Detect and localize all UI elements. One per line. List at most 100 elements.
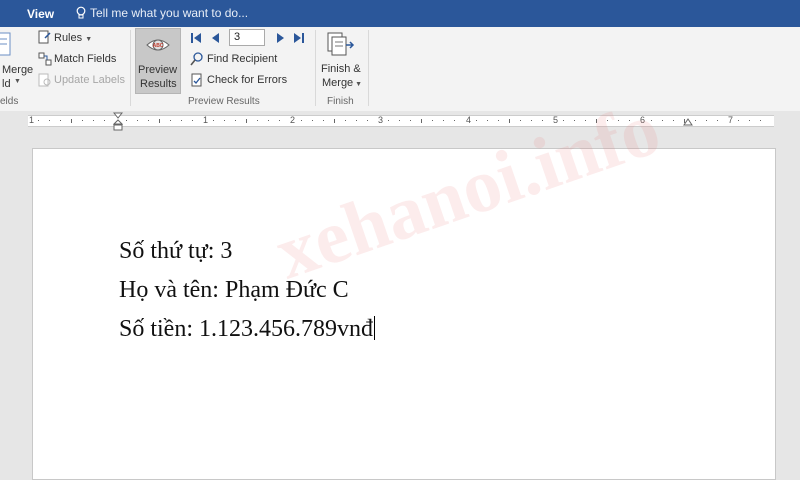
ruler-tick	[71, 119, 73, 123]
ruler-tick	[585, 120, 587, 121]
update-labels-button[interactable]: Update Labels	[54, 74, 125, 86]
match-fields-button[interactable]: Match Fields	[54, 53, 116, 65]
ruler-number: 2	[290, 115, 296, 125]
ruler-tick	[508, 119, 510, 123]
ruler-tick	[738, 120, 740, 121]
ruler-tick	[443, 120, 445, 121]
ruler-tick	[661, 120, 663, 121]
document-line-order-number[interactable]: Số thứ tự: 3	[119, 238, 232, 265]
check-for-errors-button[interactable]: Check for Errors	[207, 74, 287, 86]
dropdown-arrow-icon: ▼	[85, 36, 93, 43]
ruler-number: 1	[203, 115, 209, 125]
ruler-tick	[180, 120, 182, 121]
horizontal-ruler[interactable]: 1 1 2 3 4 5 6 7	[28, 115, 774, 127]
ruler-tick	[125, 120, 127, 121]
rules-icon	[38, 30, 51, 44]
ruler-number: 4	[466, 115, 472, 125]
update-labels-icon	[38, 73, 51, 87]
ruler-tick	[246, 119, 248, 123]
ruler-tick	[268, 120, 270, 121]
finish-merge-icon	[327, 32, 355, 56]
record-number-input[interactable]: 3	[229, 29, 265, 46]
document-line-full-name[interactable]: Họ và tên: Phạm Đức C	[119, 277, 349, 304]
preview-results-label-2: Results	[140, 78, 177, 90]
last-record-icon[interactable]	[293, 32, 305, 44]
merge-field-label-1[interactable]: Merge	[2, 64, 33, 76]
ruler-tick	[300, 120, 302, 121]
tab-view[interactable]: View	[27, 7, 54, 21]
ruler-tick	[311, 120, 313, 121]
find-recipient-button[interactable]: Find Recipient	[207, 53, 277, 65]
ruler-tick	[694, 120, 696, 121]
ruler-tick	[104, 120, 106, 121]
ruler-tick	[93, 120, 95, 121]
ruler-tick	[519, 120, 521, 121]
finish-merge-button[interactable]: Finish & Merge ▼	[318, 29, 364, 93]
ruler-tick	[38, 120, 40, 121]
match-fields-icon	[38, 52, 52, 66]
ruler-tick	[486, 120, 488, 121]
ruler-tick	[410, 120, 412, 121]
ruler-tick	[760, 120, 762, 121]
ruler-tick	[541, 120, 543, 121]
ruler-tick	[607, 120, 609, 121]
ruler-number: 3	[378, 115, 384, 125]
ruler-tick	[257, 120, 259, 121]
document-page[interactable]: Số thứ tự: 3 Họ và tên: Phạm Đức C Số ti…	[32, 148, 776, 480]
ruler-tick	[191, 120, 193, 121]
indent-marker-icon[interactable]	[113, 112, 123, 132]
ruler-tick	[705, 120, 707, 121]
ruler-tick	[629, 120, 631, 121]
ruler-tick	[158, 119, 160, 123]
ruler-tick	[497, 120, 499, 121]
previous-record-icon[interactable]	[210, 32, 222, 44]
ruler-tick	[574, 120, 576, 121]
dropdown-arrow-icon: ▼	[353, 81, 363, 88]
group-separator	[130, 30, 131, 106]
ruler-number: 5	[553, 115, 559, 125]
ruler-tick	[399, 120, 401, 121]
ruler-tick	[563, 120, 565, 121]
ruler-tick	[344, 120, 346, 121]
ruler-tick	[716, 120, 718, 121]
document-line-amount[interactable]: Số tiền: 1.123.456.789vnđ	[119, 316, 376, 343]
preview-abc-icon: ABC	[146, 39, 170, 51]
ruler-tick	[49, 120, 51, 121]
group-label-preview-results: Preview Results	[188, 96, 260, 107]
ruler-tick	[224, 120, 226, 121]
ruler-tick	[388, 120, 390, 121]
ruler-tick	[530, 120, 532, 121]
ruler-number: 7	[728, 115, 734, 125]
rules-button[interactable]: Rules ▼	[54, 32, 92, 44]
ruler-tick	[213, 120, 215, 121]
ruler-tick	[355, 120, 357, 121]
ruler-tick	[147, 120, 149, 121]
ruler-tick	[454, 120, 456, 121]
ruler-tick	[475, 120, 477, 121]
ruler-tick	[322, 120, 324, 121]
ruler-tick	[596, 119, 598, 123]
group-label-write-insert: elds	[0, 96, 19, 107]
ruler-tick	[279, 120, 281, 121]
ruler-number: 1	[29, 115, 35, 125]
dropdown-arrow-icon: ▼	[14, 78, 21, 85]
right-indent-marker-icon[interactable]	[683, 118, 693, 126]
ruler-tick	[82, 120, 84, 121]
document-line-amount-text: Số tiền: 1.123.456.789vnđ	[119, 316, 374, 342]
ruler-tick	[672, 120, 674, 121]
first-record-icon[interactable]	[190, 32, 202, 44]
ruler-tick	[421, 119, 423, 123]
ruler-tick	[333, 119, 335, 123]
check-errors-icon	[191, 73, 202, 87]
menu-bar: View Tell me what you want to do...	[0, 0, 800, 27]
finish-merge-label-1: Finish &	[321, 63, 361, 75]
ruler-tick	[432, 120, 434, 121]
ruler-tick	[618, 120, 620, 121]
tell-me-text: Tell me what you want to do...	[90, 6, 249, 20]
preview-results-button[interactable]: ABC Preview Results	[135, 28, 181, 94]
group-separator	[315, 30, 316, 106]
merge-field-label-2[interactable]: ld	[2, 78, 11, 90]
tell-me-search[interactable]: Tell me what you want to do...	[76, 6, 248, 20]
ruler-tick	[749, 120, 751, 121]
next-record-icon[interactable]	[274, 32, 286, 44]
